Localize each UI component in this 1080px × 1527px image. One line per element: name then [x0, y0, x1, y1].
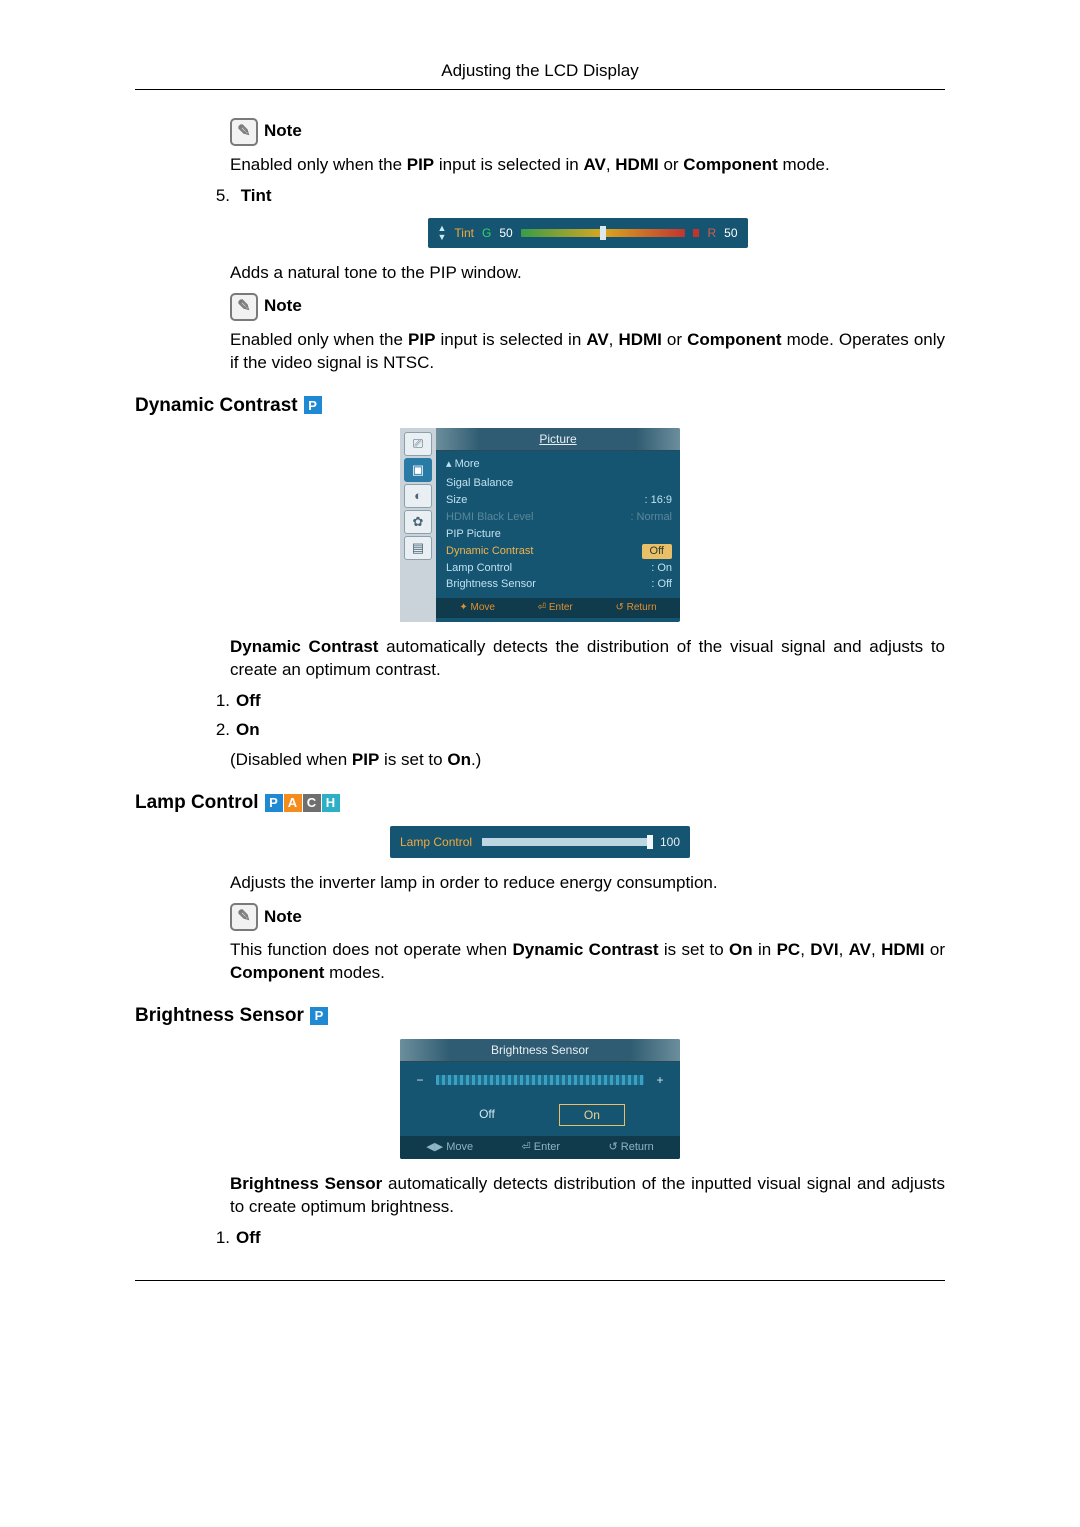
- page-header: Adjusting the LCD Display: [135, 60, 945, 83]
- bs-desc: Brightness Sensor automatically detects …: [230, 1173, 945, 1219]
- heading-lamp-control: Lamp Control P A C H: [135, 790, 945, 816]
- dc-desc: Dynamic Contrast automatically detects t…: [230, 636, 945, 682]
- picture-menu-footer: ✦ Move ⏎ Enter ↺ Return: [436, 598, 680, 618]
- lamp-slider[interactable]: [482, 838, 650, 846]
- tint-r-label: R: [707, 225, 716, 241]
- mode-badge-p: P: [310, 1007, 328, 1025]
- tint-slider[interactable]: [521, 229, 686, 237]
- note-label: Note: [264, 295, 302, 318]
- top-rule: [135, 89, 945, 90]
- lc-note: This function does not operate when Dyna…: [230, 939, 945, 985]
- minus-icon[interactable]: −: [414, 1072, 426, 1088]
- tint-end-icon: [693, 229, 699, 237]
- tint-desc: Adds a natural tone to the PIP window.: [230, 262, 945, 285]
- picture-menu-row[interactable]: Brightness Sensor: Off: [446, 577, 672, 592]
- tint-osd: ▲▼ Tint G 50 R 50: [428, 218, 748, 248]
- heading-dynamic-contrast: Dynamic Contrast P: [135, 393, 945, 419]
- plus-icon[interactable]: +: [654, 1072, 666, 1088]
- mode-badge-p: P: [265, 794, 283, 812]
- brightness-sensor-osd: Brightness Sensor − + Off On ◀▶ Move ⏎ E…: [400, 1039, 680, 1159]
- picture-menu-row[interactable]: Dynamic ContrastOff: [446, 544, 672, 559]
- tint-g-value: 50: [499, 225, 512, 241]
- note-icon: ✎: [230, 118, 258, 146]
- mode-badge-a: A: [284, 794, 302, 812]
- lamp-osd: Lamp Control 100: [390, 826, 690, 858]
- lamp-osd-label: Lamp Control: [400, 834, 472, 850]
- list-item-dc-on: 2.On: [206, 719, 945, 742]
- picture-menu-row[interactable]: HDMI Black Level: Normal: [446, 510, 672, 525]
- lamp-slider-thumb[interactable]: [647, 835, 653, 849]
- bottom-rule: [135, 1280, 945, 1281]
- updown-icon: ▲▼: [438, 224, 447, 242]
- list-item-dc-off: 1.Off: [206, 690, 945, 713]
- mode-badge-p: P: [304, 396, 322, 414]
- lc-desc: Adjusts the inverter lamp in order to re…: [230, 872, 945, 895]
- list-item-bs-off: 1.Off: [206, 1227, 945, 1250]
- tint-osd-label: Tint: [454, 225, 474, 241]
- picture-menu-row[interactable]: Sigal Balance: [446, 476, 672, 491]
- picture-menu-sidebar: ⎚ ▣ ◐ ✿ ▤: [400, 428, 436, 621]
- setup-icon[interactable]: ✿: [404, 510, 432, 534]
- mode-badge-h: H: [322, 794, 340, 812]
- dc-disabled-note: (Disabled when PIP is set to On.): [230, 749, 945, 772]
- picture-menu-row[interactable]: Size: 16:9: [446, 493, 672, 508]
- picture-menu-row[interactable]: Lamp Control: On: [446, 561, 672, 576]
- lamp-osd-value: 100: [660, 834, 680, 850]
- bs-osd-footer: ◀▶ Move ⏎ Enter ↺ Return: [400, 1136, 680, 1159]
- picture-icon[interactable]: ▣: [404, 458, 432, 482]
- tint-g-label: G: [482, 225, 491, 241]
- tint-slider-thumb[interactable]: [600, 226, 606, 240]
- bs-slider[interactable]: [436, 1075, 644, 1085]
- source-icon[interactable]: ⎚: [404, 432, 432, 456]
- list-item-tint: 5. Tint: [206, 185, 945, 208]
- note-icon: ✎: [230, 293, 258, 321]
- note-label: Note: [264, 120, 302, 143]
- tint-r-value: 50: [724, 225, 737, 241]
- note-text-1: Enabled only when the PIP input is selec…: [230, 154, 945, 177]
- heading-brightness-sensor: Brightness Sensor P: [135, 1003, 945, 1029]
- picture-menu-row[interactable]: PIP Picture: [446, 527, 672, 542]
- note-text-2: Enabled only when the PIP input is selec…: [230, 329, 945, 375]
- picture-menu-more[interactable]: ▴ More: [446, 457, 672, 472]
- bs-option-off[interactable]: Off: [455, 1104, 519, 1126]
- bs-option-on[interactable]: On: [559, 1104, 625, 1126]
- note-icon: ✎: [230, 903, 258, 931]
- sound-icon[interactable]: ◐: [404, 484, 432, 508]
- multi-icon[interactable]: ▤: [404, 536, 432, 560]
- bs-osd-title: Brightness Sensor: [400, 1039, 680, 1062]
- mode-badge-c: C: [303, 794, 321, 812]
- note-label: Note: [264, 906, 302, 929]
- picture-menu-osd: ⎚ ▣ ◐ ✿ ▤ Picture ▴ More Sigal Balance Si…: [400, 428, 680, 621]
- picture-menu-title: Picture: [436, 428, 680, 451]
